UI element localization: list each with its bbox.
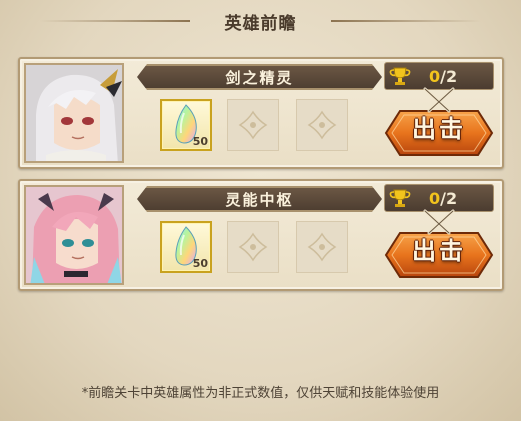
trophy-icon xyxy=(385,62,415,90)
sortie-label: 出击 xyxy=(412,237,466,265)
reward-quantity: 50 xyxy=(192,135,208,148)
title-ornament-right xyxy=(331,20,481,22)
sortie-button[interactable]: 出击 xyxy=(382,209,496,279)
hero-portrait-psionic-hub xyxy=(24,185,124,285)
trophy-count: 0/2 xyxy=(429,189,457,208)
sortie-button[interactable]: 出击 xyxy=(382,87,496,157)
reward-slot-empty xyxy=(227,221,279,273)
hero-card-psionic-hub: 灵能中枢 0/2 50 出击 xyxy=(18,179,504,291)
hero-name: 灵能中枢 xyxy=(225,190,294,209)
title-bar: 英雄前瞻 xyxy=(0,0,521,42)
page-title: 英雄前瞻 xyxy=(224,13,297,34)
hero-name: 剑之精灵 xyxy=(225,68,294,87)
slot-ornament-icon xyxy=(238,232,268,262)
trophy-icon xyxy=(385,184,415,212)
trophy-total: /2 xyxy=(440,66,458,86)
trophy-current: 0 xyxy=(429,66,441,86)
reward-slot-crystal[interactable]: 50 xyxy=(160,99,212,151)
reward-slot-empty xyxy=(296,99,348,151)
hero-card-sword-spirit: 剑之精灵 0/2 50 出击 xyxy=(18,57,504,169)
reward-slot-crystal[interactable]: 50 xyxy=(160,221,212,273)
hero-portrait-sword-spirit xyxy=(24,63,124,163)
title-ornament-left xyxy=(40,20,190,22)
reward-slot-empty xyxy=(227,99,279,151)
slot-ornament-icon xyxy=(307,110,337,140)
reward-quantity: 50 xyxy=(192,257,208,270)
disclaimer-footnote: *前瞻关卡中英雄属性为非正式数值，仅供天赋和技能体验使用 xyxy=(81,386,440,401)
hero-portrait-image xyxy=(26,187,122,283)
slot-ornament-icon xyxy=(238,110,268,140)
hero-name-banner: 灵能中枢 xyxy=(137,186,382,212)
trophy-count: 0/2 xyxy=(429,67,457,86)
hero-portrait-image xyxy=(26,65,122,161)
reward-slot-empty xyxy=(296,221,348,273)
hero-name-banner: 剑之精灵 xyxy=(137,64,382,90)
slot-ornament-icon xyxy=(307,232,337,262)
trophy-current: 0 xyxy=(429,188,441,208)
sortie-label: 出击 xyxy=(412,115,466,143)
trophy-total: /2 xyxy=(440,188,458,208)
hero-preview-panel: 英雄前瞻 剑之精灵 0/2 50 出击 灵能中枢 0/2 50 出击 *前瞻关卡… xyxy=(0,0,521,421)
